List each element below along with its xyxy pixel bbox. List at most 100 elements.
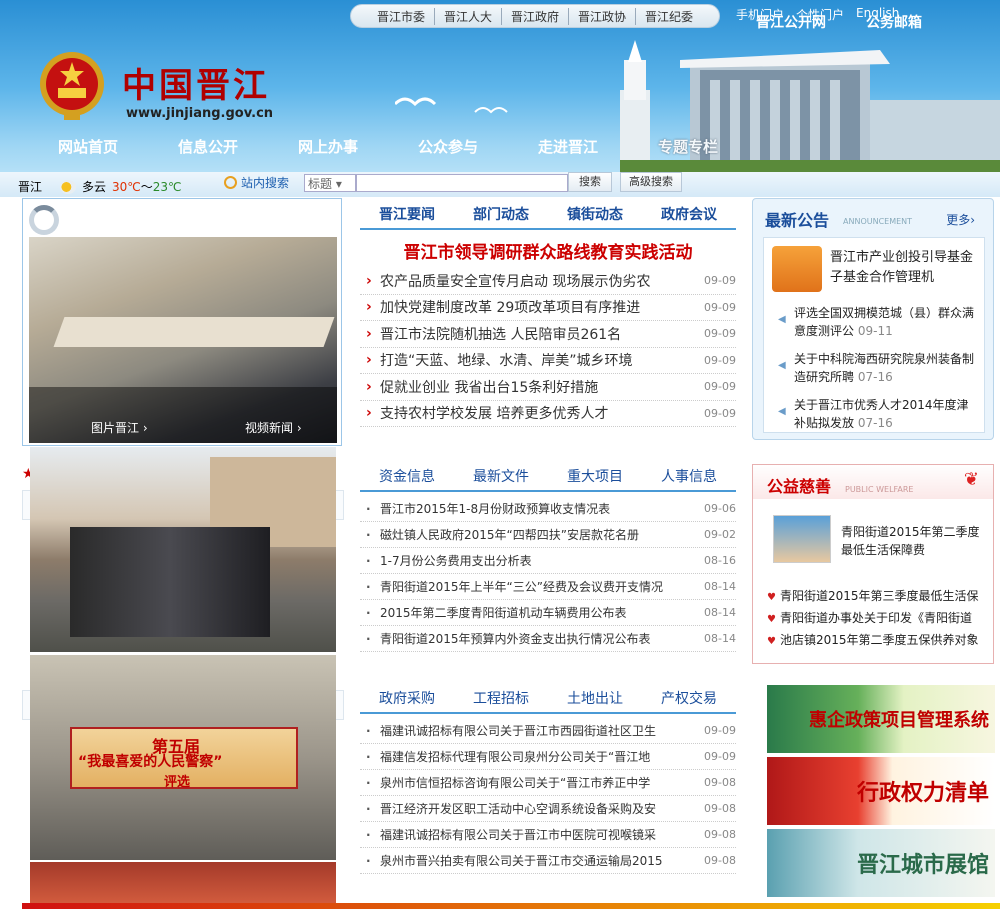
tab-major-projects[interactable]: 重大项目 <box>567 462 623 490</box>
mail-link[interactable]: 公务邮箱 <box>866 12 922 32</box>
news-tabs: 政府采购 工程招标 土地出让 产权交易 <box>360 684 736 714</box>
temp-sep: ～ <box>140 180 153 194</box>
welfare-subtitle: PUBLIC WELFARE <box>845 485 914 494</box>
list-item[interactable]: 福建讯诚招标有限公司关于晋江市西园街道社区卫生09-09 <box>360 718 736 744</box>
welfare-item[interactable]: 青阳街道办事处关于印发《青阳街道 <box>767 609 989 626</box>
tab-latest-docs[interactable]: 最新文件 <box>473 462 529 490</box>
welfare-header: 公益慈善 PUBLIC WELFARE ❦ <box>753 465 993 499</box>
site-name: 中国晋江 <box>122 66 270 106</box>
weather-condition: 多云 <box>82 180 107 194</box>
more-link[interactable]: 更多› <box>946 211 975 228</box>
top-site-tabs: 晋江市委 晋江人大 晋江政府 晋江政协 晋江纪委 <box>350 4 720 28</box>
nav-special-topics[interactable]: 专题专栏 <box>640 136 760 157</box>
nav-public-participation[interactable]: 公众参与 <box>400 136 520 157</box>
list-item[interactable]: 晋江经济开发区职工活动中心空调系统设备采购及安09-08 <box>360 796 736 822</box>
welfare-item[interactable]: 池店镇2015年第二季度五保供养对象 <box>767 631 989 648</box>
welfare-panel: 公益慈善 PUBLIC WELFARE ❦ 青阳街道2015年第二季度最低生活保… <box>752 464 994 664</box>
list-item[interactable]: 福建信发招标代理有限公司泉州分公司关于“晋江地09-09 <box>360 744 736 770</box>
tab-funds[interactable]: 资金信息 <box>379 462 435 490</box>
news-photo[interactable] <box>30 447 336 652</box>
announcement-item[interactable]: 关于中科院海西研究院泉州装备制造研究所聘 07-16 <box>794 350 980 386</box>
speaker-icon: ◀ <box>778 360 786 371</box>
chevron-down-icon: ▾ <box>335 177 342 191</box>
list-item[interactable]: 磁灶镇人民政府2015年“四帮四扶”安居款花名册09-02 <box>360 522 736 548</box>
caption-photo[interactable]: 图片晋江 › <box>91 419 148 436</box>
list-item[interactable]: 农产品质量安全宣传月启动 现场展示伪劣农09-09 <box>360 268 736 295</box>
tab-property-trade[interactable]: 产权交易 <box>661 684 717 712</box>
tab-town-news[interactable]: 镇街动态 <box>567 200 623 228</box>
tab-land-transfer[interactable]: 土地出让 <box>567 684 623 712</box>
seagull-icons <box>395 97 508 114</box>
temp-high: 30℃ <box>112 180 141 194</box>
tab-jinjiang-news[interactable]: 晋江要闻 <box>379 200 435 228</box>
news-list: 福建讯诚招标有限公司关于晋江市西园街道社区卫生09-09 福建信发招标代理有限公… <box>360 718 736 874</box>
top-links-secondary: 晋江公开网 公务邮箱 <box>756 12 922 32</box>
news-panel-procurement: 政府采购 工程招标 土地出让 产权交易 福建讯诚招标有限公司关于晋江市西园街道社… <box>360 684 736 874</box>
banner-line: 评选 <box>164 775 191 790</box>
announcement-title: 最新公告 <box>765 211 830 230</box>
policy-system-banner[interactable]: 惠企政策项目管理系统 <box>767 685 995 753</box>
list-item[interactable]: 青阳街道2015年预算内外资金支出执行情况公布表08-14 <box>360 626 736 652</box>
search-input[interactable] <box>356 174 568 192</box>
nav-info-public[interactable]: 信息公开 <box>160 136 280 157</box>
list-item[interactable]: 晋江市法院随机抽选 人民陪审员261名09-09 <box>360 321 736 348</box>
sun-cloud-icon <box>60 179 76 194</box>
caption-video[interactable]: 视频新闻 › <box>245 419 302 436</box>
top-tab[interactable]: 晋江政府 <box>502 7 569 25</box>
nav-home[interactable]: 网站首页 <box>40 136 160 157</box>
tab-dept-news[interactable]: 部门动态 <box>473 200 529 228</box>
public-info-link[interactable]: 晋江公开网 <box>756 12 826 32</box>
bottom-strip <box>22 903 1000 909</box>
main-nav: 网站首页 信息公开 网上办事 公众参与 走进晋江 专题专栏 <box>40 136 760 157</box>
advanced-search-button[interactable]: 高级搜索 <box>620 172 682 192</box>
announcement-item[interactable]: 评选全国双拥模范城（县）群众满意度测评公 09-11 <box>794 304 980 340</box>
tab-personnel[interactable]: 人事信息 <box>661 462 717 490</box>
nav-online-service[interactable]: 网上办事 <box>280 136 400 157</box>
slider-photo[interactable]: 图片晋江 › 视频新闻 › <box>29 237 337 443</box>
list-item[interactable]: 福建讯诚招标有限公司关于晋江市中医院可视喉镜采09-08 <box>360 822 736 848</box>
list-item[interactable]: 1-7月份公务费用支出分析表08-16 <box>360 548 736 574</box>
news-photo[interactable] <box>30 862 336 909</box>
search-button[interactable]: 搜索 <box>568 172 612 192</box>
tab-procurement[interactable]: 政府采购 <box>379 684 435 712</box>
city-exhibition-banner[interactable]: 晋江城市展馆 <box>767 829 995 897</box>
list-item[interactable]: 晋江市2015年1-8月份财政预算收支情况表09-06 <box>360 496 736 522</box>
weather-widget: 多云 30℃～23℃ <box>60 178 182 195</box>
top-tab[interactable]: 晋江人大 <box>435 7 502 25</box>
news-photo[interactable]: 第五届 “我最喜爱的人民警察” 评选 <box>30 655 336 860</box>
banner-line: “我最喜爱的人民警察” <box>78 754 223 770</box>
header: 晋江市委 晋江人大 晋江政府 晋江政协 晋江纪委 手机门户 个性门户 Engli… <box>0 0 1000 195</box>
news-panel-main: 晋江要闻 部门动态 镇街动态 政府会议 晋江市领导调研群众路线教育实践活动 农产… <box>360 200 736 427</box>
search-scope-select[interactable]: 标题 ▾ <box>304 174 356 192</box>
list-item[interactable]: 打造“天蓝、地绿、水清、岸美”城乡环境09-09 <box>360 348 736 374</box>
photo-slider[interactable]: 图片晋江 › 视频新闻 › <box>22 198 342 446</box>
top-tab[interactable]: 晋江政协 <box>569 7 637 25</box>
list-item[interactable]: 促就业创业 我省出台15条利好措施09-09 <box>360 374 736 401</box>
news-panel-finance: 资金信息 最新文件 重大项目 人事信息 晋江市2015年1-8月份财政预算收支情… <box>360 462 736 652</box>
top-tab[interactable]: 晋江市委 <box>368 7 435 25</box>
list-item[interactable]: 加快党建制度改革 29项改革项目有序推进09-09 <box>360 295 736 321</box>
tab-gov-meeting[interactable]: 政府会议 <box>661 200 717 228</box>
police-award-banner[interactable]: 第五届 “我最喜爱的人民警察” 评选 <box>70 727 298 790</box>
admin-power-list-banner[interactable]: 行政权力清单 <box>767 757 995 825</box>
nav-about-jinjiang[interactable]: 走进晋江 <box>520 136 640 157</box>
list-item[interactable]: 泉州市信恒招标咨询有限公司关于“晋江市养正中学09-08 <box>360 770 736 796</box>
tab-bidding[interactable]: 工程招标 <box>473 684 529 712</box>
site-url: www.jinjiang.gov.cn <box>126 106 274 121</box>
list-item[interactable]: 2015年第二季度青阳街道机动车辆费用公布表08-14 <box>360 600 736 626</box>
top-tab[interactable]: 晋江纪委 <box>636 8 702 25</box>
list-item[interactable]: 青阳街道2015年上半年“三公”经费及会议费开支情况08-14 <box>360 574 736 600</box>
welfare-thumbnail[interactable] <box>773 515 831 563</box>
announcement-featured-link[interactable]: 晋江市产业创投引导基金子基金合作管理机 <box>830 248 980 288</box>
announcement-item[interactable]: 关于晋江市优秀人才2014年度津补贴拟发放 07-16 <box>794 396 980 432</box>
temp-low: 23℃ <box>152 180 182 194</box>
list-item[interactable]: 泉州市晋兴拍卖有限公司关于晋江市交通运输局201509-08 <box>360 848 736 874</box>
welfare-featured-link[interactable]: 青阳街道2015年第二季度最低生活保障费 <box>841 523 989 559</box>
headline-link[interactable]: 晋江市领导调研群众路线教育实践活动 <box>360 230 736 268</box>
welfare-item[interactable]: 青阳街道2015年第三季度最低生活保 <box>767 587 989 604</box>
search-label: 站内搜索 <box>224 174 289 191</box>
list-item[interactable]: 支持农村学校发展 培养更多优秀人才09-09 <box>360 401 736 427</box>
search-icon <box>224 176 237 189</box>
announcement-list: 晋江市产业创投引导基金子基金合作管理机 ◀ 评选全国双拥模范城（县）群众满意度测… <box>763 237 985 433</box>
dove-icon: ❦ <box>963 469 979 490</box>
